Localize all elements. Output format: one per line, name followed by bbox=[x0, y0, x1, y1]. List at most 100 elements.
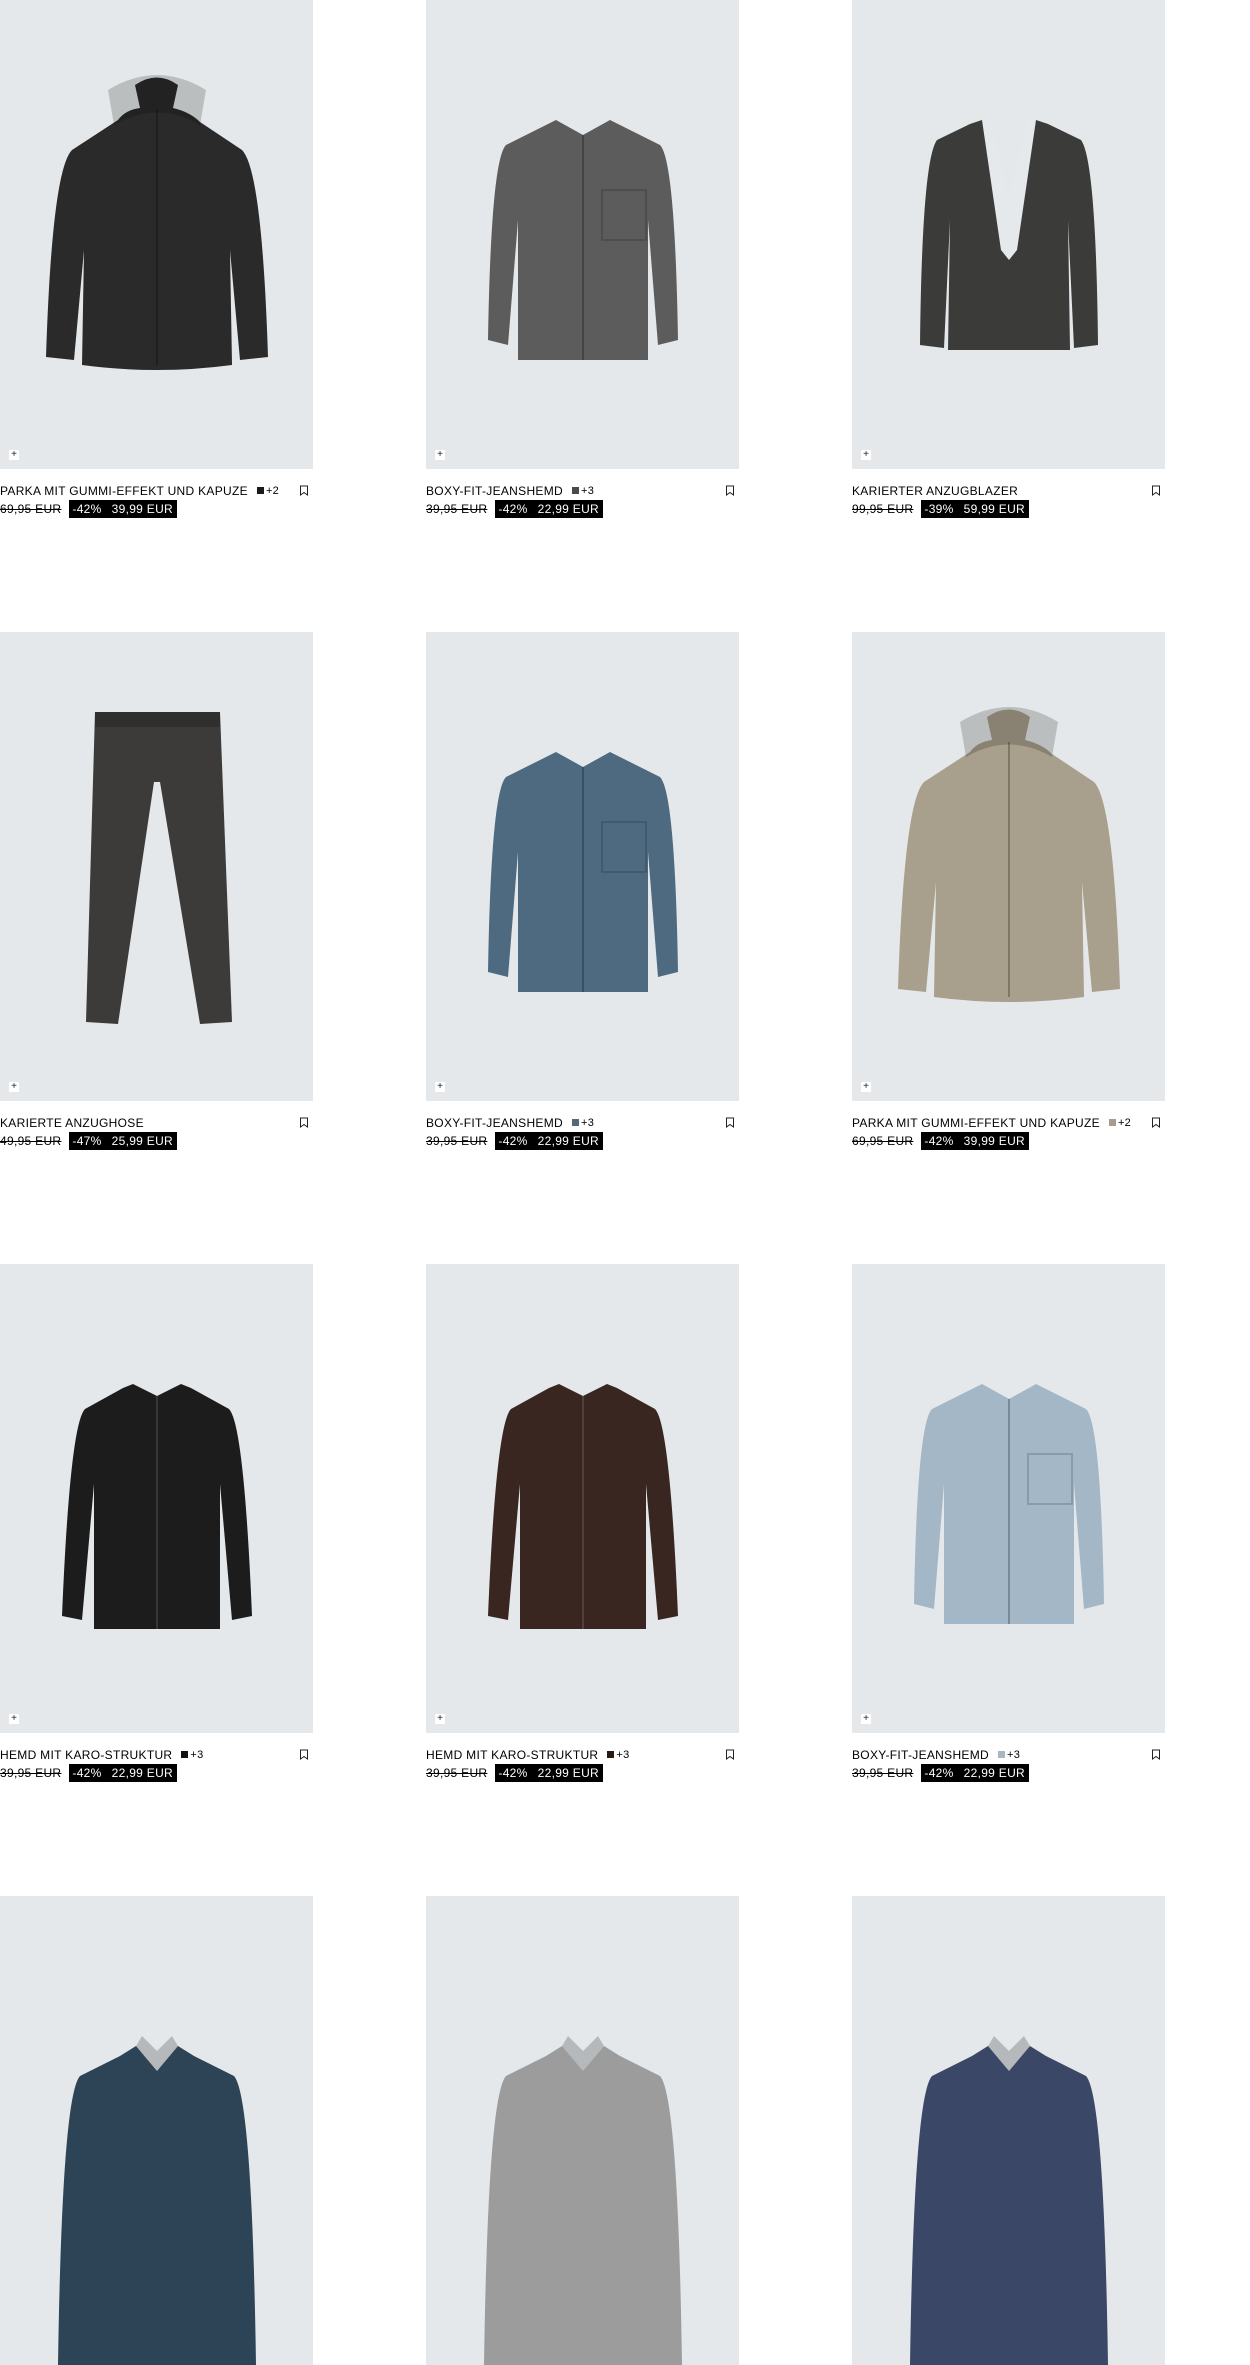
color-swatch[interactable] bbox=[571, 487, 579, 494]
shirt-image[interactable] bbox=[852, 1264, 1165, 1733]
product-card[interactable]: + BOXY-FIT-JEANSHEMD +3 39,95 EUR -42% 22,99 … bbox=[852, 1264, 1165, 1782]
blazer-image[interactable] bbox=[852, 0, 1165, 469]
product-card[interactable]: + BOXY-FIT-JEANSHEMD +3 39,95 EUR -42% 22,99 … bbox=[426, 632, 739, 1150]
bookmark-icon[interactable] bbox=[299, 1749, 309, 1760]
bookmark-icon[interactable] bbox=[299, 1117, 309, 1128]
color-swatches[interactable]: +3 bbox=[997, 1749, 1020, 1761]
color-swatches[interactable]: +2 bbox=[1108, 1117, 1131, 1129]
polo-image[interactable] bbox=[0, 1896, 313, 2365]
product-card[interactable]: + PARKA MIT GUMMI-EFFEKT UND KAPUZE +2 69,9… bbox=[0, 0, 313, 518]
quick-add-plus-icon[interactable]: + bbox=[861, 1714, 871, 1724]
plainshirt-image[interactable] bbox=[0, 1264, 313, 1733]
quick-add-plus-icon[interactable]: + bbox=[861, 1082, 871, 1092]
product-image[interactable] bbox=[0, 1896, 313, 2365]
product-image[interactable]: + bbox=[852, 632, 1165, 1101]
bookmark-icon[interactable] bbox=[725, 1749, 735, 1760]
more-colors-count: +3 bbox=[580, 484, 595, 497]
bookmark-icon[interactable] bbox=[725, 485, 735, 496]
sale-price: 22,99 EUR bbox=[537, 1766, 600, 1780]
quick-add-plus-icon[interactable]: + bbox=[9, 1714, 19, 1724]
shirt-image[interactable] bbox=[426, 0, 739, 469]
product-name[interactable]: HEMD MIT KARO-STRUKTUR bbox=[426, 1748, 598, 1762]
discount-percent: -42% bbox=[924, 1766, 954, 1780]
bookmark-icon[interactable] bbox=[725, 1117, 735, 1128]
product-name[interactable]: BOXY-FIT-JEANSHEMD bbox=[426, 484, 563, 498]
parka-image[interactable] bbox=[852, 632, 1165, 1101]
color-swatch[interactable] bbox=[256, 487, 264, 494]
product-image[interactable]: + bbox=[426, 632, 739, 1101]
product-image[interactable]: + bbox=[852, 1264, 1165, 1733]
color-swatch[interactable] bbox=[607, 1751, 615, 1758]
original-price: 49,95 EUR bbox=[0, 1134, 62, 1148]
sale-price-badge: -42% 39,99 EUR bbox=[921, 1132, 1030, 1150]
quick-add-plus-icon[interactable]: + bbox=[435, 1082, 445, 1092]
product-info-row: KARIERTE ANZUGHOSE bbox=[0, 1113, 313, 1132]
color-swatches[interactable]: +3 bbox=[181, 1749, 203, 1761]
product-name[interactable]: KARIERTER ANZUGBLAZER bbox=[852, 484, 1018, 498]
plainshirt-image[interactable] bbox=[426, 1264, 739, 1733]
trousers-image[interactable] bbox=[0, 632, 313, 1101]
sale-price-badge: -39% 59,99 EUR bbox=[921, 500, 1030, 518]
product-name[interactable]: BOXY-FIT-JEANSHEMD bbox=[852, 1748, 989, 1762]
product-card[interactable] bbox=[426, 1896, 739, 2365]
color-swatch[interactable] bbox=[571, 1119, 579, 1126]
bookmark-icon[interactable] bbox=[299, 485, 309, 496]
polo-image[interactable] bbox=[426, 1896, 739, 2365]
quick-add-plus-icon[interactable]: + bbox=[9, 450, 19, 460]
product-image[interactable]: + bbox=[0, 0, 313, 469]
quick-add-plus-icon[interactable]: + bbox=[861, 450, 871, 460]
quick-add-plus-icon[interactable]: + bbox=[435, 1714, 445, 1724]
product-card[interactable]: + BOXY-FIT-JEANSHEMD +3 39,95 EUR -42% 22,99 … bbox=[426, 0, 739, 518]
color-swatches[interactable]: +3 bbox=[571, 1117, 594, 1129]
color-swatch[interactable] bbox=[181, 1751, 189, 1758]
product-name[interactable]: HEMD MIT KARO-STRUKTUR bbox=[0, 1748, 172, 1762]
discount-percent: -47% bbox=[72, 1134, 102, 1148]
bookmark-icon[interactable] bbox=[1151, 1749, 1161, 1760]
sale-price: 22,99 EUR bbox=[537, 502, 600, 516]
sale-price: 59,99 EUR bbox=[963, 502, 1026, 516]
product-card[interactable] bbox=[852, 1896, 1165, 2365]
product-image[interactable]: + bbox=[426, 0, 739, 469]
polo-image[interactable] bbox=[852, 1896, 1165, 2365]
product-card[interactable]: + HEMD MIT KARO-STRUKTUR +3 39,95 EUR -42% 22… bbox=[0, 1264, 313, 1782]
polo-silhouette bbox=[910, 2046, 1108, 2365]
product-image[interactable]: + bbox=[0, 1264, 313, 1733]
bookmark-icon[interactable] bbox=[1151, 1117, 1161, 1128]
product-image[interactable] bbox=[852, 1896, 1165, 2365]
product-info-row: PARKA MIT GUMMI-EFFEKT UND KAPUZE +2 bbox=[852, 1113, 1165, 1132]
product-name[interactable]: KARIERTE ANZUGHOSE bbox=[0, 1116, 144, 1130]
sale-price: 22,99 EUR bbox=[537, 1134, 600, 1148]
product-card[interactable]: + KARIERTER ANZUGBLAZER 99,95 EUR -39% 59,99… bbox=[852, 0, 1165, 518]
color-swatches[interactable]: +2 bbox=[256, 485, 279, 497]
product-name[interactable]: PARKA MIT GUMMI-EFFEKT UND KAPUZE bbox=[0, 484, 248, 498]
price-row: 39,95 EUR -42% 22,99 EUR bbox=[426, 500, 739, 518]
product-card[interactable]: + HEMD MIT KARO-STRUKTUR +3 39,95 EUR -42% 22… bbox=[426, 1264, 739, 1782]
shirt-image[interactable] bbox=[426, 632, 739, 1101]
color-swatches[interactable]: +3 bbox=[607, 1749, 629, 1761]
sale-price-badge: -42% 22,99 EUR bbox=[495, 1764, 604, 1782]
product-name[interactable]: PARKA MIT GUMMI-EFFEKT UND KAPUZE bbox=[852, 1116, 1100, 1130]
sale-price: 22,99 EUR bbox=[111, 1766, 174, 1780]
color-swatches[interactable]: +3 bbox=[571, 484, 595, 497]
polo-silhouette bbox=[484, 2046, 682, 2365]
product-card[interactable] bbox=[0, 1896, 313, 2365]
product-image[interactable] bbox=[426, 1896, 739, 2365]
product-image[interactable]: + bbox=[0, 632, 313, 1101]
product-card[interactable]: + PARKA MIT GUMMI-EFFEKT UND KAPUZE +2 69,9… bbox=[852, 632, 1165, 1150]
quick-add-plus-icon[interactable]: + bbox=[9, 1082, 19, 1092]
price-row: 39,95 EUR -42% 22,99 EUR bbox=[426, 1764, 739, 1782]
product-name[interactable]: BOXY-FIT-JEANSHEMD bbox=[426, 1116, 563, 1130]
product-info-row: PARKA MIT GUMMI-EFFEKT UND KAPUZE +2 bbox=[0, 481, 313, 500]
sale-price: 39,99 EUR bbox=[111, 502, 174, 516]
product-card[interactable]: + KARIERTE ANZUGHOSE 49,95 EUR -47% 25,99 EU… bbox=[0, 632, 313, 1150]
quick-add-plus-icon[interactable]: + bbox=[435, 450, 445, 460]
product-image[interactable]: + bbox=[852, 0, 1165, 469]
product-image[interactable]: + bbox=[426, 1264, 739, 1733]
bookmark-icon[interactable] bbox=[1151, 485, 1161, 496]
parka-image[interactable] bbox=[0, 0, 313, 469]
color-swatch[interactable] bbox=[1108, 1119, 1116, 1126]
sale-price: 22,99 EUR bbox=[963, 1766, 1026, 1780]
color-swatch[interactable] bbox=[997, 1751, 1005, 1758]
original-price: 39,95 EUR bbox=[0, 1766, 62, 1780]
original-price: 39,95 EUR bbox=[426, 502, 488, 516]
